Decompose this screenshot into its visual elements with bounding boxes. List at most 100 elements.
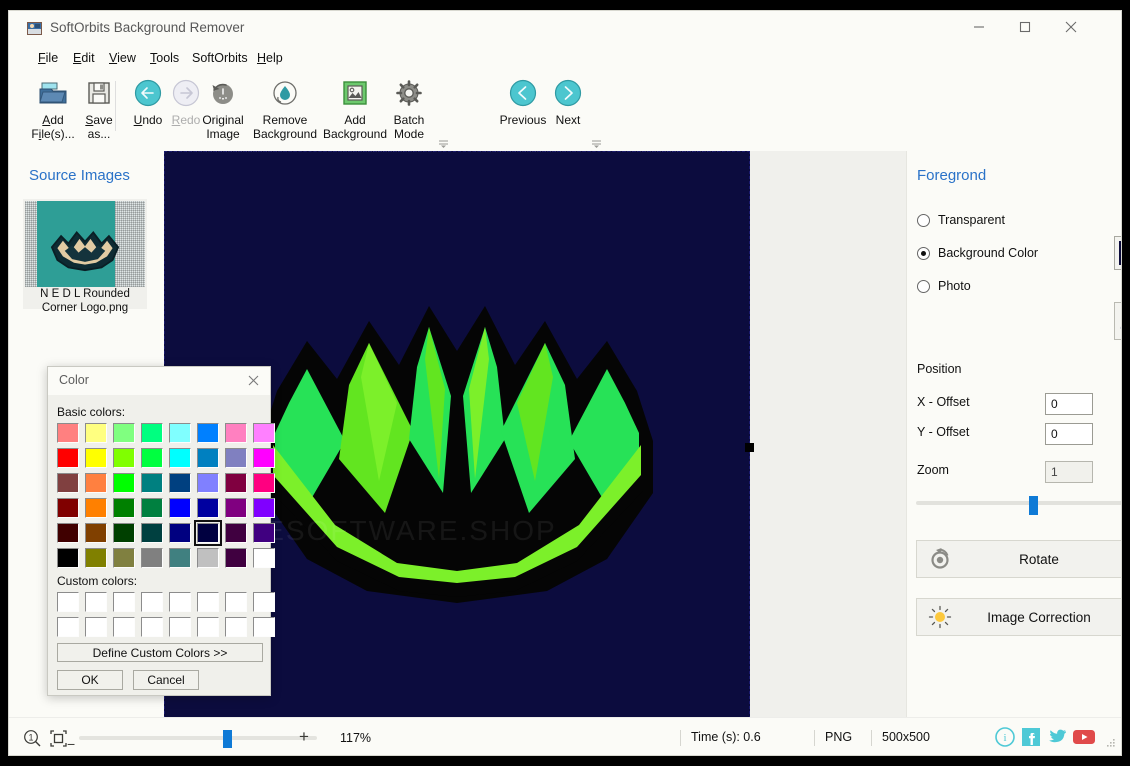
- remove-background-button[interactable]: Remove Background: [253, 73, 317, 141]
- list-item[interactable]: N E D L Rounded Corner Logo.png: [23, 199, 147, 314]
- color-swatch[interactable]: [169, 423, 191, 443]
- color-swatch[interactable]: [253, 548, 275, 568]
- color-swatch[interactable]: [57, 498, 79, 518]
- color-swatch[interactable]: [253, 448, 275, 468]
- color-swatch[interactable]: [141, 473, 163, 493]
- color-swatch[interactable]: [169, 523, 191, 543]
- custom-color-swatch[interactable]: [141, 617, 163, 637]
- menu-edit[interactable]: Edit: [73, 47, 95, 69]
- radio-photo[interactable]: Photo: [917, 277, 971, 295]
- close-icon[interactable]: [244, 371, 262, 389]
- color-swatch[interactable]: [113, 473, 135, 493]
- toolbar-overflow-left[interactable]: [439, 139, 448, 151]
- background-color-swatch-button[interactable]: [1114, 236, 1121, 270]
- color-swatch[interactable]: [113, 423, 135, 443]
- maximize-icon[interactable]: [1002, 11, 1048, 43]
- color-swatch[interactable]: [57, 473, 79, 493]
- info-icon[interactable]: i: [994, 726, 1016, 748]
- color-swatch[interactable]: [194, 520, 222, 546]
- menu-file[interactable]: File: [38, 47, 58, 69]
- color-swatch[interactable]: [225, 498, 247, 518]
- color-swatch[interactable]: [113, 548, 135, 568]
- image-correction-button[interactable]: Image Correction: [916, 598, 1121, 636]
- color-swatch[interactable]: [253, 473, 275, 493]
- status-zoom-slider[interactable]: [79, 730, 317, 748]
- minimize-icon[interactable]: [956, 11, 1002, 43]
- zoom-slider[interactable]: [916, 496, 1121, 515]
- y-offset-input[interactable]: 0: [1045, 423, 1093, 445]
- photo-picker-button[interactable]: [1114, 302, 1121, 340]
- custom-color-swatch[interactable]: [253, 592, 275, 612]
- rotate-button[interactable]: Rotate: [916, 540, 1121, 578]
- fit-to-screen-icon[interactable]: [49, 729, 68, 751]
- color-swatch[interactable]: [57, 548, 79, 568]
- custom-color-swatch[interactable]: [57, 592, 79, 612]
- ok-button[interactable]: OK: [57, 670, 123, 690]
- color-swatch[interactable]: [57, 448, 79, 468]
- zoom-in-button[interactable]: +: [299, 728, 309, 745]
- color-swatch[interactable]: [253, 523, 275, 543]
- color-swatch[interactable]: [197, 548, 219, 568]
- color-swatch[interactable]: [141, 423, 163, 443]
- color-swatch[interactable]: [113, 523, 135, 543]
- batch-mode-button[interactable]: Batch Mode: [381, 73, 437, 141]
- color-swatch[interactable]: [225, 473, 247, 493]
- custom-color-swatch[interactable]: [85, 617, 107, 637]
- menu-view[interactable]: View: [109, 47, 136, 69]
- resize-handle[interactable]: [745, 443, 754, 452]
- color-swatch[interactable]: [197, 498, 219, 518]
- color-swatch[interactable]: [225, 423, 247, 443]
- color-swatch[interactable]: [141, 448, 163, 468]
- color-swatch[interactable]: [85, 423, 107, 443]
- custom-color-swatch[interactable]: [113, 592, 135, 612]
- menu-softorbits[interactable]: SoftOrbits: [192, 47, 248, 69]
- twitter-icon[interactable]: [1046, 726, 1068, 748]
- custom-color-swatch[interactable]: [169, 617, 191, 637]
- add-background-button[interactable]: Add Background: [323, 73, 387, 141]
- color-swatch[interactable]: [85, 473, 107, 493]
- resize-grip[interactable]: [1105, 737, 1116, 751]
- color-swatch[interactable]: [169, 548, 191, 568]
- basic-colors-grid[interactable]: [57, 423, 275, 568]
- color-swatch[interactable]: [85, 448, 107, 468]
- custom-color-swatch[interactable]: [57, 617, 79, 637]
- color-swatch[interactable]: [225, 448, 247, 468]
- color-swatch[interactable]: [253, 498, 275, 518]
- cancel-button[interactable]: Cancel: [133, 670, 199, 690]
- zoom-value-field[interactable]: 1: [1045, 461, 1093, 483]
- save-as-button[interactable]: Save as...: [71, 73, 127, 141]
- custom-color-swatch[interactable]: [85, 592, 107, 612]
- custom-color-swatch[interactable]: [225, 592, 247, 612]
- color-swatch[interactable]: [141, 498, 163, 518]
- color-swatch[interactable]: [169, 498, 191, 518]
- color-swatch[interactable]: [113, 448, 135, 468]
- original-image-button[interactable]: Original Image: [195, 73, 251, 141]
- color-swatch[interactable]: [57, 523, 79, 543]
- color-swatch[interactable]: [197, 448, 219, 468]
- color-swatch[interactable]: [169, 473, 191, 493]
- custom-color-swatch[interactable]: [197, 592, 219, 612]
- color-swatch[interactable]: [85, 523, 107, 543]
- next-button[interactable]: Next: [540, 73, 596, 127]
- menu-help[interactable]: Help: [257, 47, 283, 69]
- color-dialog[interactable]: Color Basic colors: Custom colors: Defin…: [47, 366, 275, 696]
- custom-color-swatch[interactable]: [225, 617, 247, 637]
- zoom-out-button[interactable]: −: [67, 736, 75, 752]
- color-swatch[interactable]: [141, 523, 163, 543]
- menu-tools[interactable]: Tools: [150, 47, 179, 69]
- zoom-slider-thumb[interactable]: [1029, 496, 1038, 515]
- custom-color-swatch[interactable]: [113, 617, 135, 637]
- radio-background-color[interactable]: Background Color: [917, 244, 1038, 262]
- color-swatch[interactable]: [141, 548, 163, 568]
- close-icon[interactable]: [1048, 11, 1094, 43]
- color-swatch[interactable]: [197, 473, 219, 493]
- color-swatch[interactable]: [225, 548, 247, 568]
- status-zoom-slider-thumb[interactable]: [223, 730, 232, 748]
- youtube-icon[interactable]: [1072, 726, 1095, 748]
- x-offset-input[interactable]: 0: [1045, 393, 1093, 415]
- color-swatch[interactable]: [253, 423, 275, 443]
- custom-color-swatch[interactable]: [253, 617, 275, 637]
- custom-color-swatch[interactable]: [141, 592, 163, 612]
- color-swatch[interactable]: [57, 423, 79, 443]
- color-swatch[interactable]: [169, 448, 191, 468]
